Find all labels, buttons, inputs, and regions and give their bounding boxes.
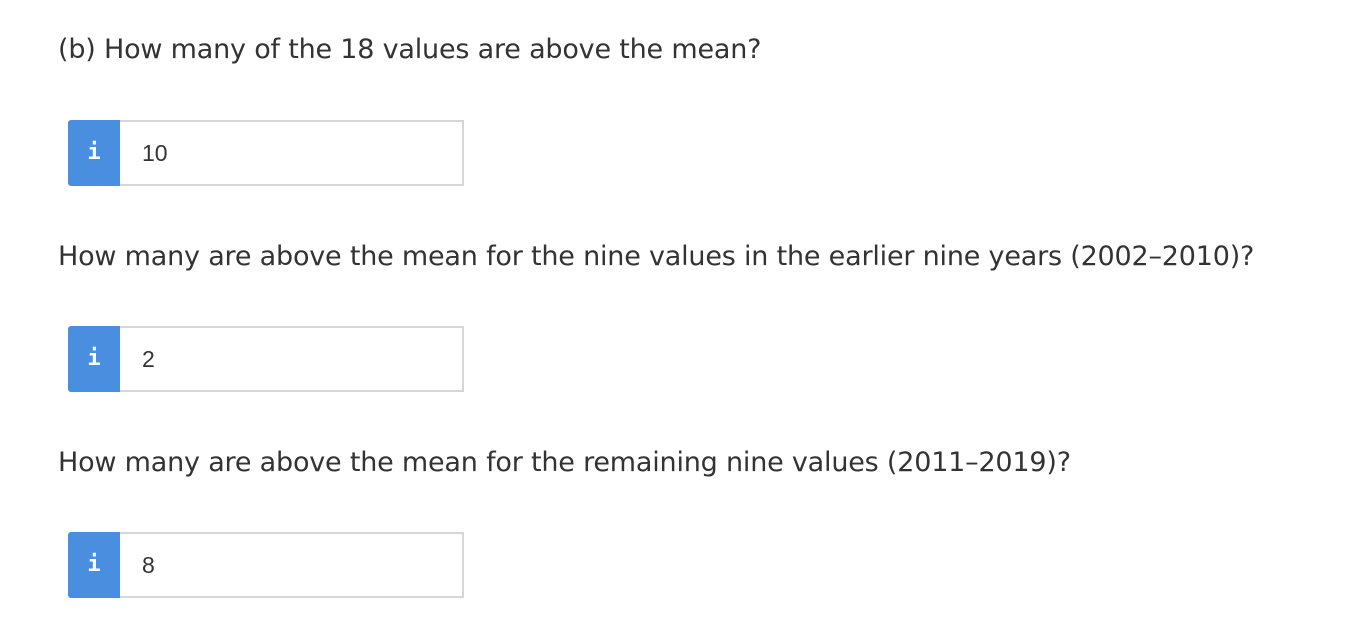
info-icon: i (87, 552, 101, 577)
answer-input[interactable] (120, 326, 464, 392)
question-3-prompt: How many are above the mean for the rema… (58, 447, 1071, 478)
answer-row-3: i (68, 532, 464, 598)
answer-input[interactable] (120, 532, 464, 598)
info-icon: i (87, 346, 101, 371)
answer-input[interactable] (120, 120, 464, 186)
info-button[interactable]: i (68, 120, 120, 186)
question-2-prompt: How many are above the mean for the nine… (58, 241, 1255, 272)
answer-row-1: i (68, 120, 464, 186)
info-icon: i (87, 140, 101, 165)
answer-row-2: i (68, 326, 464, 392)
info-button[interactable]: i (68, 326, 120, 392)
info-button[interactable]: i (68, 532, 120, 598)
question-1-prompt: (b) How many of the 18 values are above … (58, 34, 762, 65)
